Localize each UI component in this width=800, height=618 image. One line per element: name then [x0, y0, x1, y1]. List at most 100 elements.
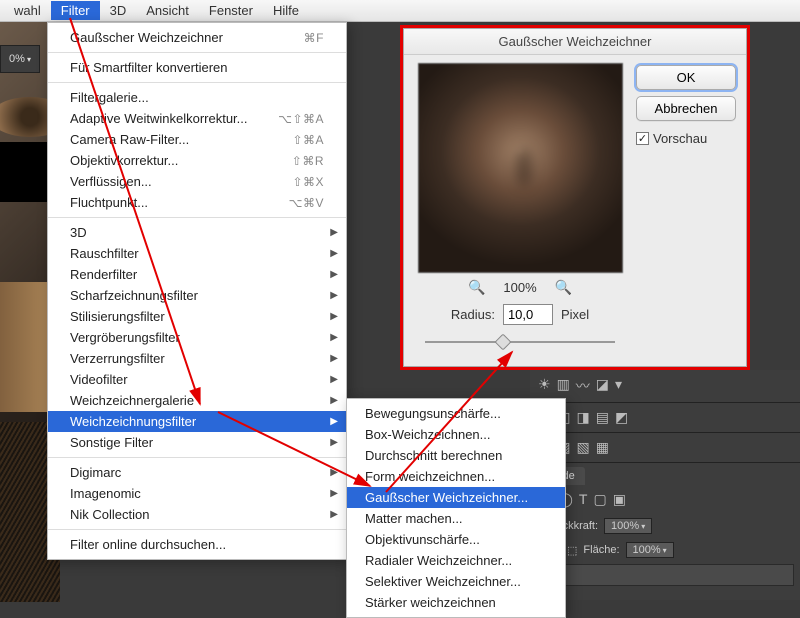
zoom-level-field[interactable]: 0%▾ — [0, 45, 40, 73]
curves-icon[interactable]: 〰 — [576, 376, 590, 396]
dialog-title: Gaußscher Weichzeichner — [404, 29, 746, 55]
menu-item[interactable]: Digimarc ▶ — [48, 462, 346, 483]
menu-shortcut: ⇧⌘A — [292, 133, 324, 147]
filter-menu-dropdown: Gaußscher Weichzeichner⌘F Für Smartfilter… — [47, 22, 347, 560]
text-icon[interactable]: T — [579, 491, 588, 508]
more-icon[interactable]: ▾ — [615, 376, 622, 396]
submenu-item[interactable]: Stärker weichzeichnen — [347, 592, 565, 613]
menu-item[interactable]: Rauschfilter ▶ — [48, 243, 346, 264]
menu-item-label: Digimarc — [70, 465, 121, 480]
weichzeichnungsfilter-submenu: Bewegungsunschärfe...Box-Weichzeichnen..… — [346, 398, 566, 618]
menubar-item-wahl[interactable]: wahl — [4, 1, 51, 20]
submenu-arrow-icon: ▶ — [330, 227, 338, 238]
zoom-in-icon[interactable]: 🔍 — [555, 279, 572, 296]
menu-shortcut: ⌥⌘V — [289, 196, 324, 210]
submenu-arrow-icon: ▶ — [330, 437, 338, 448]
ok-button[interactable]: OK — [636, 65, 736, 90]
menu-item[interactable]: Imagenomic▶ — [48, 483, 346, 504]
menu-item-label: Camera Raw-Filter... — [70, 132, 189, 147]
menu-item-label: Stilisierungsfilter — [70, 309, 165, 324]
radius-input[interactable] — [503, 304, 553, 325]
submenu-item[interactable]: Durchschnitt berechnen — [347, 445, 565, 466]
menu-item-label: 3D — [70, 225, 87, 240]
menu-item[interactable]: Filter online durchsuchen... — [48, 534, 346, 555]
menu-item[interactable]: Stilisierungsfilter ▶ — [48, 306, 346, 327]
bw-icon[interactable]: ◨ — [576, 409, 589, 426]
layer-item[interactable]: ne 1 — [536, 564, 794, 586]
submenu-arrow-icon: ▶ — [330, 374, 338, 385]
menu-shortcut: ⌥⇧⌘A — [278, 112, 324, 126]
brightness-icon[interactable]: ☀ — [538, 376, 551, 396]
menubar-item-ansicht[interactable]: Ansicht — [136, 1, 199, 20]
menubar-item-hilfe[interactable]: Hilfe — [263, 1, 309, 20]
blur-preview-image[interactable] — [418, 63, 623, 273]
submenu-item[interactable]: Bewegungsunschärfe... — [347, 403, 565, 424]
threshold-icon[interactable]: ▧ — [576, 439, 589, 456]
fill-field[interactable]: 100%▾ — [626, 542, 674, 558]
menu-item[interactable]: Adaptive Weitwinkelkorrektur... ⌥⇧⌘A — [48, 108, 346, 129]
menubar: wahlFilter3DAnsichtFensterHilfe — [0, 0, 800, 22]
menu-item-label: Objektivkorrektur... — [70, 153, 178, 168]
submenu-item[interactable]: Objektivunschärfe... — [347, 529, 565, 550]
cancel-button[interactable]: Abbrechen — [636, 96, 736, 121]
menu-item-label: Filter online durchsuchen... — [70, 537, 226, 552]
submenu-item[interactable]: Box-Weichzeichnen... — [347, 424, 565, 445]
menu-item[interactable]: Scharfzeichnungsfilter ▶ — [48, 285, 346, 306]
menu-item[interactable]: Gaußscher Weichzeichner⌘F — [48, 27, 346, 48]
menu-item[interactable]: 3D ▶ — [48, 222, 346, 243]
menubar-item-3d[interactable]: 3D — [100, 1, 137, 20]
menu-item[interactable]: Verflüssigen...⇧⌘X — [48, 171, 346, 192]
radius-unit-label: Pixel — [561, 307, 589, 322]
levels-icon[interactable]: ▥ — [557, 376, 570, 396]
menu-item[interactable]: Filtergalerie... — [48, 87, 346, 108]
opacity-field[interactable]: 100%▾ — [604, 518, 652, 534]
gradient-icon[interactable]: ▦ — [596, 439, 609, 456]
menu-item[interactable]: Weichzeichnergalerie▶ — [48, 390, 346, 411]
menu-item-label: Nik Collection — [70, 507, 149, 522]
preview-checkbox[interactable]: ✓ — [636, 132, 649, 145]
menu-separator — [48, 529, 346, 530]
exposure-icon[interactable]: ◪ — [596, 376, 609, 396]
submenu-arrow-icon: ▶ — [330, 467, 338, 478]
menu-item[interactable]: Objektivkorrektur...⇧⌘R — [48, 150, 346, 171]
menu-item[interactable]: Weichzeichnungsfilter▶ — [48, 411, 346, 432]
menu-item[interactable]: Videofilter▶ — [48, 369, 346, 390]
submenu-arrow-icon: ▶ — [330, 332, 338, 343]
menu-item-label: Adaptive Weitwinkelkorrektur... — [70, 111, 248, 126]
shape-icon[interactable]: ▢ — [593, 491, 606, 508]
zoom-out-icon[interactable]: 🔍 — [468, 279, 485, 296]
menu-item[interactable]: Camera Raw-Filter... ⇧⌘A — [48, 129, 346, 150]
submenu-arrow-icon: ▶ — [330, 248, 338, 259]
menu-item[interactable]: Renderfilter▶ — [48, 264, 346, 285]
right-panels: ☀ ▥ 〰 ◪ ▾ ▦ ◧ ◨ ▤ ◩ ◪ ▨ ▧ ▦ Pfade ▦ ◯ T … — [530, 370, 800, 600]
submenu-item[interactable]: Matter machen... — [347, 508, 565, 529]
submenu-item[interactable]: Radialer Weichzeichner... — [347, 550, 565, 571]
menu-separator — [48, 217, 346, 218]
menubar-item-filter[interactable]: Filter — [51, 1, 100, 20]
menu-item[interactable]: Vergröberungsfilter ▶ — [48, 327, 346, 348]
submenu-arrow-icon: ▶ — [330, 416, 338, 427]
menu-item-label: Vergröberungsfilter — [70, 330, 180, 345]
submenu-arrow-icon: ▶ — [330, 290, 338, 301]
submenu-item[interactable]: Form weichzeichnen... — [347, 466, 565, 487]
menu-item[interactable]: Fluchtpunkt...⌥⌘V — [48, 192, 346, 213]
menu-item-label: Gaußscher Weichzeichner — [70, 30, 223, 45]
channel-icon[interactable]: ◩ — [615, 409, 628, 426]
menu-item-label: Scharfzeichnungsfilter — [70, 288, 198, 303]
submenu-item[interactable]: Gaußscher Weichzeichner... — [347, 487, 565, 508]
menu-item-label: Imagenomic — [70, 486, 141, 501]
submenu-arrow-icon: ▶ — [330, 311, 338, 322]
menu-item[interactable]: Sonstige Filter▶ — [48, 432, 346, 453]
menu-item[interactable]: Für Smartfilter konvertieren — [48, 57, 346, 78]
menubar-item-fenster[interactable]: Fenster — [199, 1, 263, 20]
menu-item[interactable]: Verzerrungsfilter▶ — [48, 348, 346, 369]
menu-separator — [48, 457, 346, 458]
submenu-arrow-icon: ▶ — [330, 509, 338, 520]
radius-slider[interactable] — [425, 335, 615, 349]
menu-item-label: Renderfilter — [70, 267, 137, 282]
submenu-item[interactable]: Selektiver Weichzeichner... — [347, 571, 565, 592]
menu-item[interactable]: Nik Collection ▶ — [48, 504, 346, 525]
photo-icon[interactable]: ▤ — [596, 409, 609, 426]
menu-item-label: Rauschfilter — [70, 246, 139, 261]
smart-icon[interactable]: ▣ — [613, 491, 626, 508]
